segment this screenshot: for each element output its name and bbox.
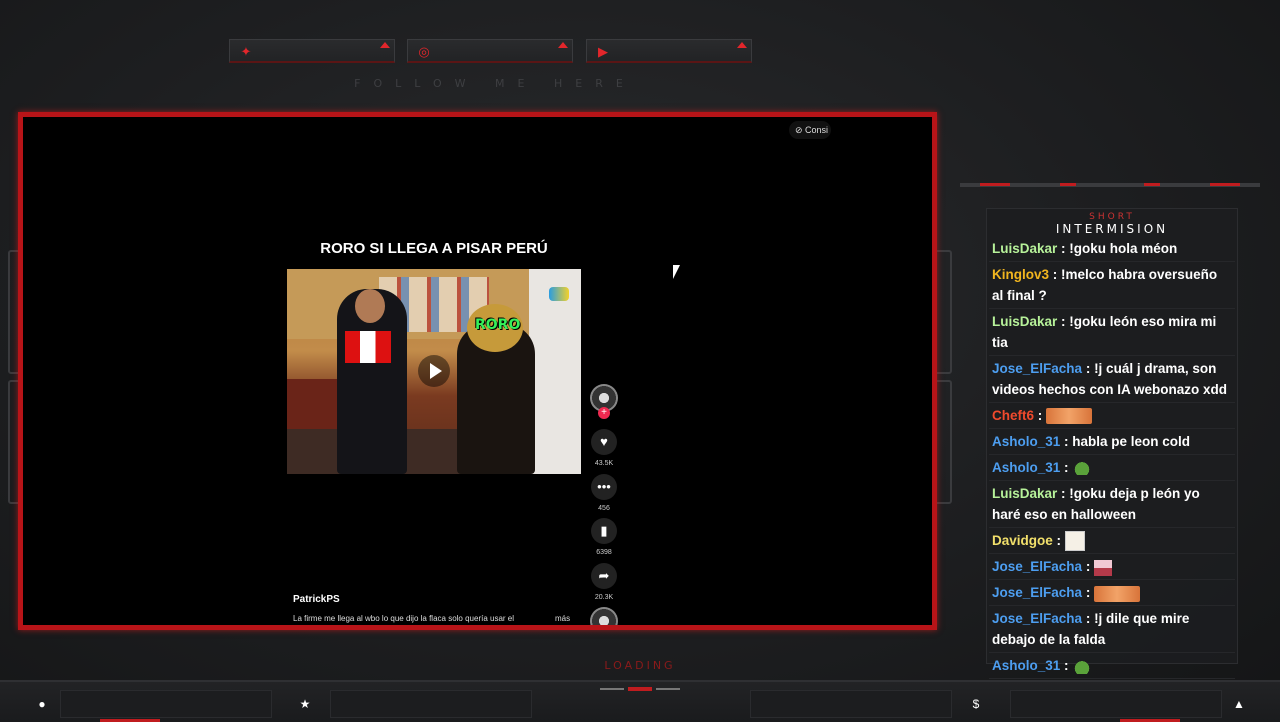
chat-username[interactable]: Asholo_31 (992, 658, 1060, 673)
more-link[interactable]: más (555, 614, 570, 623)
chat-message: Asholo_31 : habla pe leon cold (989, 429, 1235, 455)
instagram-link[interactable]: ◎ (407, 39, 573, 63)
video-title: RORO SI LLEGA A PISAR PERÚ (320, 240, 548, 257)
chat-message: Cheft6 : (989, 403, 1235, 429)
share-icon: ➦ (591, 563, 617, 589)
card-emote-icon (1064, 531, 1085, 552)
save-action[interactable]: ▮ 6398 (588, 518, 620, 556)
face-emote-icon (1094, 585, 1141, 602)
chat-message: Jose_ElFacha : !j dile que mire debajo d… (989, 606, 1235, 654)
video-author[interactable]: PatrickPS (293, 594, 340, 605)
chat-message: Jose_ElFacha : !j cuál j drama, son vide… (989, 356, 1235, 403)
share-action[interactable]: ➦ 20.3K (588, 563, 620, 601)
comment-action[interactable]: ••• 456 (588, 474, 620, 512)
chat-username[interactable]: Jose_ElFacha (992, 611, 1082, 626)
chat-text: !goku hola méon (1069, 241, 1178, 256)
channel-logo (549, 287, 569, 301)
panel-top-decoration (960, 178, 1260, 192)
panel-header-big: INTERMISION (1055, 222, 1169, 236)
video-player[interactable]: RORO (287, 269, 581, 474)
star-icon[interactable]: ★ (297, 696, 313, 712)
video-caption: La firme me llega al wbo lo que dijo la … (293, 614, 515, 623)
consi-button[interactable]: ⊘ Consi (789, 121, 831, 139)
bookmark-icon: ▮ (591, 518, 617, 544)
chat-username[interactable]: Jose_ElFacha (992, 585, 1082, 600)
chat-message: Asholo_31 : (989, 653, 1235, 680)
captured-screen: ⊘ Consi RORO SI LLEGA A PISAR PERÚ RORO … (23, 117, 932, 625)
chat-message: LuisDakar : !goku hola méon (989, 236, 1235, 262)
face-emote-icon (1046, 408, 1093, 425)
twitter-link[interactable]: ✦ (229, 39, 395, 63)
chat-message: Jose_ElFacha : (989, 554, 1235, 581)
twitter-icon: ✦ (240, 44, 252, 59)
youtube-link[interactable]: ▶ (586, 39, 752, 63)
peru-flag (345, 331, 391, 363)
play-icon[interactable] (418, 355, 450, 387)
author-avatar[interactable]: + (588, 384, 620, 419)
chat-username[interactable]: Jose_ElFacha (992, 559, 1082, 574)
cake-emote-icon (1094, 559, 1113, 576)
like-action[interactable]: ♥ 43.5K (588, 429, 620, 467)
video-person-left (337, 289, 407, 474)
frog-emote-icon (1072, 659, 1093, 674)
chat-username[interactable]: Asholo_31 (992, 460, 1060, 475)
rocket-icon[interactable]: ▲ (1231, 696, 1247, 712)
chat-message: Kinglov3 : !melco habra oversueño al fin… (989, 262, 1235, 309)
chat-username[interactable]: LuisDakar (992, 486, 1057, 501)
dollar-icon[interactable]: $ (968, 696, 984, 712)
chat-message: Asholo_31 : (989, 455, 1235, 481)
follow-plus-icon[interactable]: + (598, 407, 610, 419)
chat-message: LuisDakar : !goku león eso mira mi tia (989, 309, 1235, 356)
stream-frame: ⊘ Consi RORO SI LLEGA A PISAR PERÚ RORO … (18, 112, 937, 630)
bottom-bar: ● ★ $ ▲ (0, 680, 1280, 722)
mouse-cursor-icon (673, 265, 680, 279)
sound-avatar[interactable] (588, 607, 620, 625)
chat-username[interactable]: LuisDakar (992, 241, 1057, 256)
chat-message: Davidgoe : (989, 528, 1235, 555)
video-person-right (457, 304, 535, 474)
comment-count: 456 (598, 505, 610, 512)
share-count: 20.3K (594, 594, 614, 601)
comment-icon: ••• (591, 474, 617, 500)
chat-username[interactable]: Kinglov3 (992, 267, 1049, 282)
follow-caption: FOLLOW ME HERE (354, 77, 636, 90)
like-count: 43.5K (594, 460, 614, 467)
loading-label: LOADING (604, 659, 676, 672)
chat-message: LuisDakar : !goku deja p león yo haré es… (989, 481, 1235, 528)
chat-message: Jose_ElFacha : (989, 580, 1235, 607)
chat-list: LuisDakar : !goku hola méon Kinglov3 : !m… (989, 236, 1235, 706)
save-count: 6398 (596, 549, 612, 556)
panel-header-small: SHORT (1089, 212, 1135, 222)
heart-icon: ♥ (591, 429, 617, 455)
chat-username[interactable]: Cheft6 (992, 408, 1034, 423)
video-overlay-label: RORO (475, 317, 521, 333)
chat-username[interactable]: LuisDakar (992, 314, 1057, 329)
chat-username[interactable]: Jose_ElFacha (992, 361, 1082, 376)
youtube-icon: ▶ (598, 44, 608, 59)
loading-bar (600, 687, 680, 691)
chat-text: habla pe leon cold (1072, 434, 1191, 449)
instagram-icon: ◎ (418, 44, 430, 59)
frog-emote-icon (1072, 461, 1093, 476)
chat-username[interactable]: Asholo_31 (992, 434, 1060, 449)
user-icon[interactable]: ● (34, 696, 50, 712)
chat-username[interactable]: Davidgoe (992, 533, 1053, 548)
